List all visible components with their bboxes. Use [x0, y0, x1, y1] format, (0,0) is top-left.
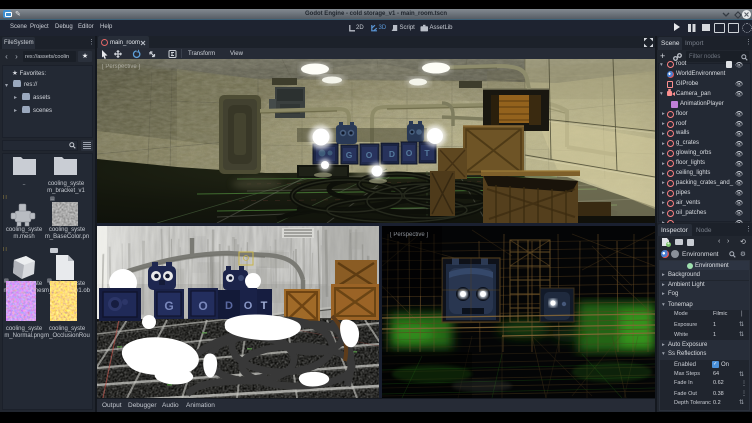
svg-text:T: T: [424, 148, 430, 158]
svg-text:T: T: [261, 300, 268, 312]
svg-text:[ Perspective ]: [ Perspective ]: [390, 232, 428, 238]
svg-text:G: G: [346, 150, 353, 160]
svg-text:[ Perspective ]: [ Perspective ]: [102, 64, 140, 70]
svg-text:O: O: [406, 148, 413, 158]
svg-text:O: O: [198, 299, 207, 313]
svg-text:O: O: [244, 300, 253, 312]
svg-text:G: G: [164, 299, 173, 313]
svg-text:D: D: [225, 300, 233, 312]
svg-text:O: O: [366, 150, 373, 160]
svg-text:D: D: [389, 149, 395, 159]
